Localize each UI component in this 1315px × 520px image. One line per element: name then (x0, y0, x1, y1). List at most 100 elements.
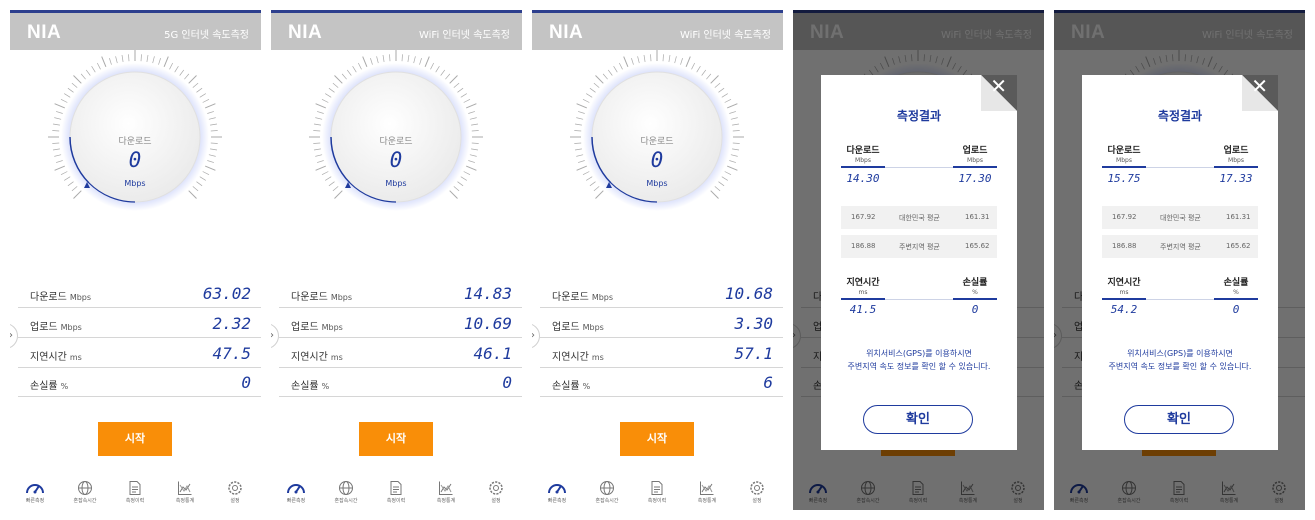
divider-accent (953, 298, 997, 300)
nav-settings[interactable]: 설정 (732, 480, 782, 504)
result-label: 손실률% (30, 381, 69, 392)
side-drawer-handle[interactable]: › (532, 323, 540, 349)
result-label: 손실률% (291, 381, 330, 392)
header-title: 5G 인터넷 속도측정 (164, 30, 249, 41)
close-icon[interactable]: ✕ (990, 74, 1007, 98)
nav-settings[interactable]: 설정 (471, 480, 521, 504)
result-value: 0 (502, 373, 512, 392)
nav-statistics[interactable]: 측정통계 (682, 480, 732, 504)
nav-congestion-time[interactable]: 혼잡속시간 (582, 480, 632, 504)
nav-label: 빠른측정 (25, 498, 45, 504)
loss-value: 0 (971, 303, 979, 316)
nav-congestion-time[interactable]: 혼잡속시간 (321, 480, 371, 504)
phone-screen: NIA WiFi 인터넷 속도측정 다운로드 0 Mbps 다운로드 Mbps 10.68 업로… (532, 10, 783, 510)
bottom-nav: 빠른측정 혼잡속시간 측정이력 측정통계 설정 (10, 480, 261, 510)
divider-accent (953, 166, 997, 168)
chevron-right-icon: › (10, 330, 13, 341)
start-button[interactable]: 시작 (359, 422, 433, 456)
phone-screen: NIA WiFi 인터넷 속도측정 다운로드 0 Mbps 다운로드 Mbps 14.83 업로… (271, 10, 522, 510)
nav-settings[interactable]: 설정 (210, 480, 260, 504)
nav-label: 측정통계 (436, 498, 456, 504)
nav-history[interactable]: 측정이력 (371, 480, 421, 504)
result-unit: ms (330, 353, 343, 362)
result-label: 다운로드Mbps (30, 292, 92, 303)
result-label: 다운로드Mbps (291, 292, 353, 303)
nav-congestion-time[interactable]: 혼잡속시간 (60, 480, 110, 504)
result-row: 다운로드 Mbps 10.68 (540, 278, 783, 308)
speed-gauge: 다운로드0 Mbps (570, 50, 744, 212)
phone-screen: NIAWiFi 인터넷 속도측정다운로드0Mbps다운로드Mbps업로드Mbps… (1054, 10, 1305, 510)
nav-speed-test[interactable]: 빠른측정 (532, 480, 582, 504)
start-button[interactable]: 시작 (620, 422, 694, 456)
confirm-button[interactable]: 확인 (863, 405, 973, 434)
loss-header: 손실률% (962, 278, 988, 296)
result-row: 지연시간 ms 46.1 (279, 338, 522, 368)
upload-header: 업로드 Mbps (1223, 146, 1249, 164)
result-value: 3.30 (734, 314, 773, 333)
gauge-value: 0 (128, 148, 142, 172)
result-label: 지연시간ms (291, 352, 343, 363)
result-unit: % (321, 382, 330, 391)
result-row: 손실률% 6 (540, 367, 783, 397)
result-value: 10.68 (724, 284, 773, 303)
result-value: 46.1 (473, 344, 512, 363)
result-value: 10.69 (463, 314, 512, 333)
bottom-nav: 빠른측정 혼잡속시간 측정이력 측정통계 설정 (532, 480, 783, 510)
nav-label: 빠른측정 (286, 498, 306, 504)
nav-label: 측정이력 (647, 498, 667, 504)
confirm-button[interactable]: 확인 (1124, 405, 1234, 434)
nav-statistics[interactable]: 측정통계 (421, 480, 471, 504)
app-header: NIA 5G 인터넷 속도측정 (10, 13, 261, 50)
download-header: 다운로드 Mbps (846, 146, 880, 164)
nav-label: 빠른측정 (547, 498, 567, 504)
globe-icon (582, 480, 632, 496)
nav-speed-test[interactable]: 빠른측정 (271, 480, 321, 504)
loss-header: 손실률% (1223, 278, 1249, 296)
gear-icon (471, 480, 521, 496)
result-unit: Mbps (60, 323, 82, 332)
divider-accent (1102, 298, 1146, 300)
result-value: 47.5 (212, 344, 251, 363)
result-row: 업로드 Mbps 2.32 (18, 308, 261, 338)
result-row: 손실률% 0 (279, 367, 522, 397)
national-average-row: 167.92 대한민국 평균 161.31 (841, 206, 997, 229)
phone-screen: NIAWiFi 인터넷 속도측정다운로드0Mbps다운로드Mbps업로드Mbps… (793, 10, 1044, 510)
gauge-value: 0 (389, 148, 403, 172)
nia-logo: NIA (549, 22, 584, 43)
result-label: 지연시간ms (552, 352, 604, 363)
result-value: 14.83 (463, 284, 512, 303)
result-unit: Mbps (330, 293, 353, 302)
header-title: WiFi 인터넷 속도측정 (418, 30, 510, 41)
side-drawer-handle[interactable]: › (271, 323, 279, 349)
latency-value: 41.5 (849, 303, 877, 316)
globe-icon (321, 480, 371, 496)
app-header: NIA WiFi 인터넷 속도측정 (271, 13, 522, 50)
result-unit: Mbps (69, 293, 92, 302)
nav-history[interactable]: 측정이력 (632, 480, 682, 504)
result-label: 업로드Mbps (291, 322, 343, 333)
download-value: 14.30 (846, 172, 880, 185)
speed-gauge: 다운로드0 Mbps (309, 50, 483, 212)
bottom-nav: 빠른측정 혼잡속시간 측정이력 측정통계 설정 (271, 480, 522, 510)
nav-statistics[interactable]: 측정통계 (160, 480, 210, 504)
nav-speed-test[interactable]: 빠른측정 (10, 480, 60, 504)
gauge-unit: Mbps (124, 179, 146, 188)
nav-label: 설정 (752, 498, 762, 504)
result-row: 손실률% 0 (18, 367, 261, 397)
nav-history[interactable]: 측정이력 (110, 480, 160, 504)
gauge-value: 0 (650, 148, 664, 172)
gps-notice: 위치서비스(GPS)를 이용하시면 주변지역 속도 정보를 확인 할 수 있습니다… (847, 349, 991, 371)
result-value: 57.1 (734, 344, 773, 363)
close-icon[interactable]: ✕ (1251, 74, 1268, 98)
divider-accent (1214, 166, 1258, 168)
gauge-label: 다운로드 (118, 137, 152, 147)
start-button[interactable]: 시작 (98, 422, 172, 456)
result-modal: ✕ 측정결과 다운로드 Mbps 업로드 Mbps 14.30 17.30 167.92 대한민국… (821, 74, 1017, 450)
local-average-row: 186.88 주변지역 평균 165.62 (1102, 235, 1258, 258)
side-drawer-handle[interactable]: › (10, 323, 18, 349)
chevron-right-icon: › (271, 330, 274, 341)
header-title: WiFi 인터넷 속도측정 (679, 30, 771, 41)
result-row: 다운로드 Mbps 14.83 (279, 278, 522, 308)
nav-label: 설정 (230, 498, 240, 504)
gauge-unit: Mbps (385, 179, 407, 188)
